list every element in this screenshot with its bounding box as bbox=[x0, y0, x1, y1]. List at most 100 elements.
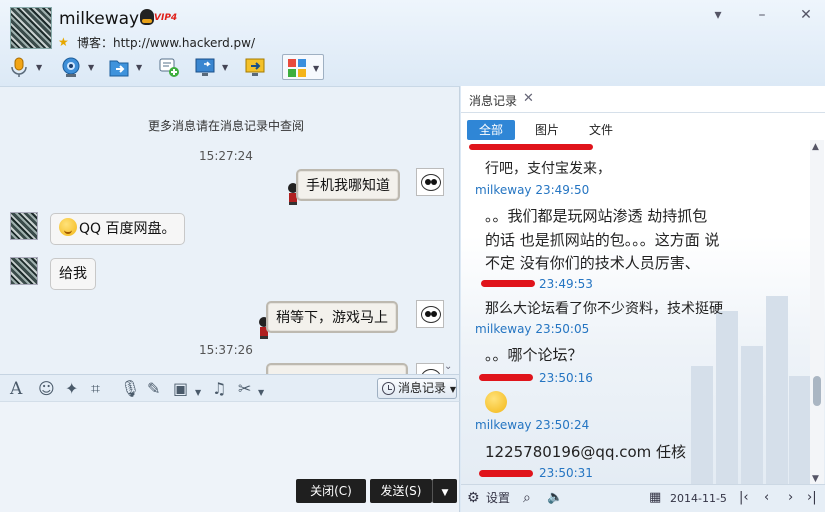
microphone-icon bbox=[11, 57, 27, 77]
history-message-text[interactable]: 。。我们都是玩网站渗透 劫持抓包 bbox=[485, 204, 707, 228]
settings-label[interactable]: 设置 bbox=[486, 490, 510, 506]
qq-penguin-icon bbox=[140, 9, 154, 25]
main-toolbar: ▼ ▼ ▼ ▼ ▼ bbox=[8, 52, 328, 82]
video-call-button[interactable]: ▼ bbox=[60, 54, 100, 80]
send-options-button[interactable]: ▼ bbox=[432, 479, 457, 503]
chevron-down-icon[interactable]: ▼ bbox=[258, 384, 264, 402]
redaction-mark bbox=[469, 144, 593, 150]
scroll-up-icon[interactable]: ▲ bbox=[812, 142, 819, 152]
restore-icon[interactable]: ▾ bbox=[711, 8, 725, 22]
send-file-button[interactable]: ▼ bbox=[108, 54, 148, 80]
magic-icon[interactable]: ✦ bbox=[65, 380, 78, 398]
self-avatar[interactable] bbox=[416, 168, 444, 196]
message-history-panel: 消息记录 ✕ 全部 图片 文件 行吧，支付宝发来， milkeway 23:49… bbox=[461, 86, 825, 512]
history-message-text[interactable]: 那么大论坛看了你不少资料，技术挺硬 bbox=[485, 297, 723, 321]
search-icon[interactable]: ⌕ bbox=[523, 490, 531, 506]
image-icon[interactable]: ▣ bbox=[173, 380, 188, 398]
message-timestamp: 15:37:26 bbox=[199, 343, 253, 357]
chat-message-area[interactable]: 更多消息请在消息记录中查阅 15:27:24 手机我哪知道 QQ 百度网盘。 给… bbox=[0, 86, 460, 374]
screenshot-icon[interactable]: ⌗ bbox=[91, 380, 100, 398]
filter-all[interactable]: 全部 bbox=[467, 120, 515, 140]
history-message-meta: 23:49:53 bbox=[539, 277, 593, 291]
message-bubble-outgoing[interactable]: 稍等下，游戏马上 bbox=[266, 301, 398, 333]
chevron-down-icon: ▼ bbox=[449, 385, 456, 394]
message-text: QQ 百度网盘。 bbox=[79, 221, 176, 237]
building-shape bbox=[741, 346, 763, 486]
filter-files[interactable]: 文件 bbox=[581, 120, 621, 140]
redaction-mark bbox=[479, 470, 533, 477]
last-page-icon[interactable]: ›| bbox=[807, 490, 817, 506]
scroll-down-icon[interactable]: ▼ bbox=[812, 474, 819, 484]
apps-button[interactable]: ▼ bbox=[282, 54, 324, 80]
chevron-down-icon: ▼ bbox=[313, 64, 320, 73]
message-button[interactable] bbox=[158, 54, 184, 80]
minimize-icon[interactable]: – bbox=[755, 8, 769, 22]
previous-page-icon[interactable]: ‹ bbox=[764, 490, 769, 506]
clock-icon bbox=[382, 382, 395, 395]
history-message-text[interactable]: 不定 没有你们的技术人员厉害、 bbox=[485, 251, 700, 275]
history-message-text[interactable]: 行吧，支付宝发来， bbox=[485, 157, 611, 181]
scrollbar-thumb[interactable] bbox=[813, 376, 821, 406]
first-page-icon[interactable]: |‹ bbox=[739, 490, 749, 506]
history-message-meta: milkeway 23:49:50 bbox=[475, 183, 590, 197]
message-history-button[interactable]: 消息记录 ▼ bbox=[377, 378, 457, 399]
history-message-meta: milkeway 23:50:05 bbox=[475, 322, 590, 336]
remote-desktop-button[interactable] bbox=[244, 54, 270, 80]
message-bubble-outgoing[interactable] bbox=[266, 363, 408, 374]
self-avatar[interactable] bbox=[416, 363, 444, 374]
collapse-icon[interactable]: ⌄ bbox=[444, 361, 452, 372]
message-bubble-incoming[interactable]: 给我 bbox=[50, 258, 96, 290]
chevron-down-icon[interactable]: ▼ bbox=[195, 384, 201, 402]
apps-grid-icon bbox=[288, 59, 306, 77]
tab-message-history[interactable]: 消息记录 bbox=[469, 92, 517, 109]
chevron-down-icon: ▼ bbox=[222, 63, 229, 72]
emoji-icon bbox=[59, 218, 77, 236]
calendar-icon[interactable]: ▦ bbox=[649, 490, 661, 506]
history-message-meta: 23:50:16 bbox=[539, 371, 593, 385]
next-page-icon[interactable]: › bbox=[788, 490, 793, 506]
contact-name[interactable]: milkeway bbox=[59, 9, 139, 29]
filter-images[interactable]: 图片 bbox=[527, 120, 567, 140]
close-icon[interactable]: ✕ bbox=[799, 8, 813, 22]
screen-share-icon bbox=[195, 58, 215, 76]
chevron-down-icon: ▼ bbox=[441, 488, 449, 498]
voice-icon[interactable]: 🎙 bbox=[120, 380, 140, 398]
history-message-text[interactable]: 1225780196@qq.com 任核 bbox=[485, 440, 686, 464]
history-footer: ⚙ 设置 ⌕ 🔈 ▦ 2014-11-5 |‹ ‹ › ›| bbox=[461, 484, 825, 512]
history-scrollbar[interactable]: ▲ ▼ bbox=[810, 140, 824, 486]
contact-avatar-small[interactable] bbox=[10, 212, 38, 240]
message-history-label: 消息记录 bbox=[398, 381, 447, 395]
emoji-icon[interactable]: ☺ bbox=[38, 380, 55, 398]
blog-link[interactable]: 博客：http://www.hackerd.pw/ bbox=[77, 34, 255, 51]
vip-badge[interactable]: VIP4 bbox=[140, 9, 177, 27]
message-bubble-outgoing[interactable]: 手机我哪知道 bbox=[296, 169, 400, 201]
font-icon[interactable]: A bbox=[10, 380, 22, 398]
close-button[interactable]: 关闭(C) bbox=[296, 479, 366, 503]
sad-emoji-icon bbox=[485, 391, 507, 413]
scissors-icon[interactable]: ✂ bbox=[238, 380, 251, 398]
screen-share-button[interactable]: ▼ bbox=[194, 54, 234, 80]
close-icon[interactable]: ✕ bbox=[523, 91, 534, 106]
star-icon: ★ bbox=[58, 35, 69, 49]
contact-avatar[interactable] bbox=[10, 7, 52, 49]
voice-call-button[interactable]: ▼ bbox=[8, 54, 48, 80]
contact-avatar-small[interactable] bbox=[10, 257, 38, 285]
edit-icon[interactable]: ✎ bbox=[147, 380, 160, 398]
more-messages-hint[interactable]: 更多消息请在消息记录中查阅 bbox=[0, 117, 452, 134]
history-date[interactable]: 2014-11-5 bbox=[670, 491, 727, 507]
history-message-meta: 23:50:31 bbox=[539, 466, 593, 480]
gear-icon[interactable]: ⚙ bbox=[467, 490, 480, 506]
send-button[interactable]: 发送(S) bbox=[370, 479, 432, 503]
redaction-mark bbox=[479, 374, 533, 381]
message-timestamp: 15:27:24 bbox=[199, 149, 253, 163]
music-icon[interactable]: ♫ bbox=[212, 380, 226, 398]
self-avatar[interactable] bbox=[416, 300, 444, 328]
history-message-text[interactable]: 。。哪个论坛？ bbox=[485, 343, 583, 367]
history-message-text[interactable]: 的话 也是抓网站的包。。。这方面 说 bbox=[485, 228, 720, 252]
message-bubble-incoming[interactable]: QQ 百度网盘。 bbox=[50, 213, 185, 245]
building-shape bbox=[716, 311, 738, 486]
speaker-icon[interactable]: 🔈 bbox=[547, 490, 563, 506]
message-input-area[interactable]: 关闭(C) 发送(S) ▼ bbox=[0, 402, 460, 512]
chevron-down-icon: ▼ bbox=[136, 63, 143, 72]
remote-desktop-icon bbox=[245, 58, 265, 76]
